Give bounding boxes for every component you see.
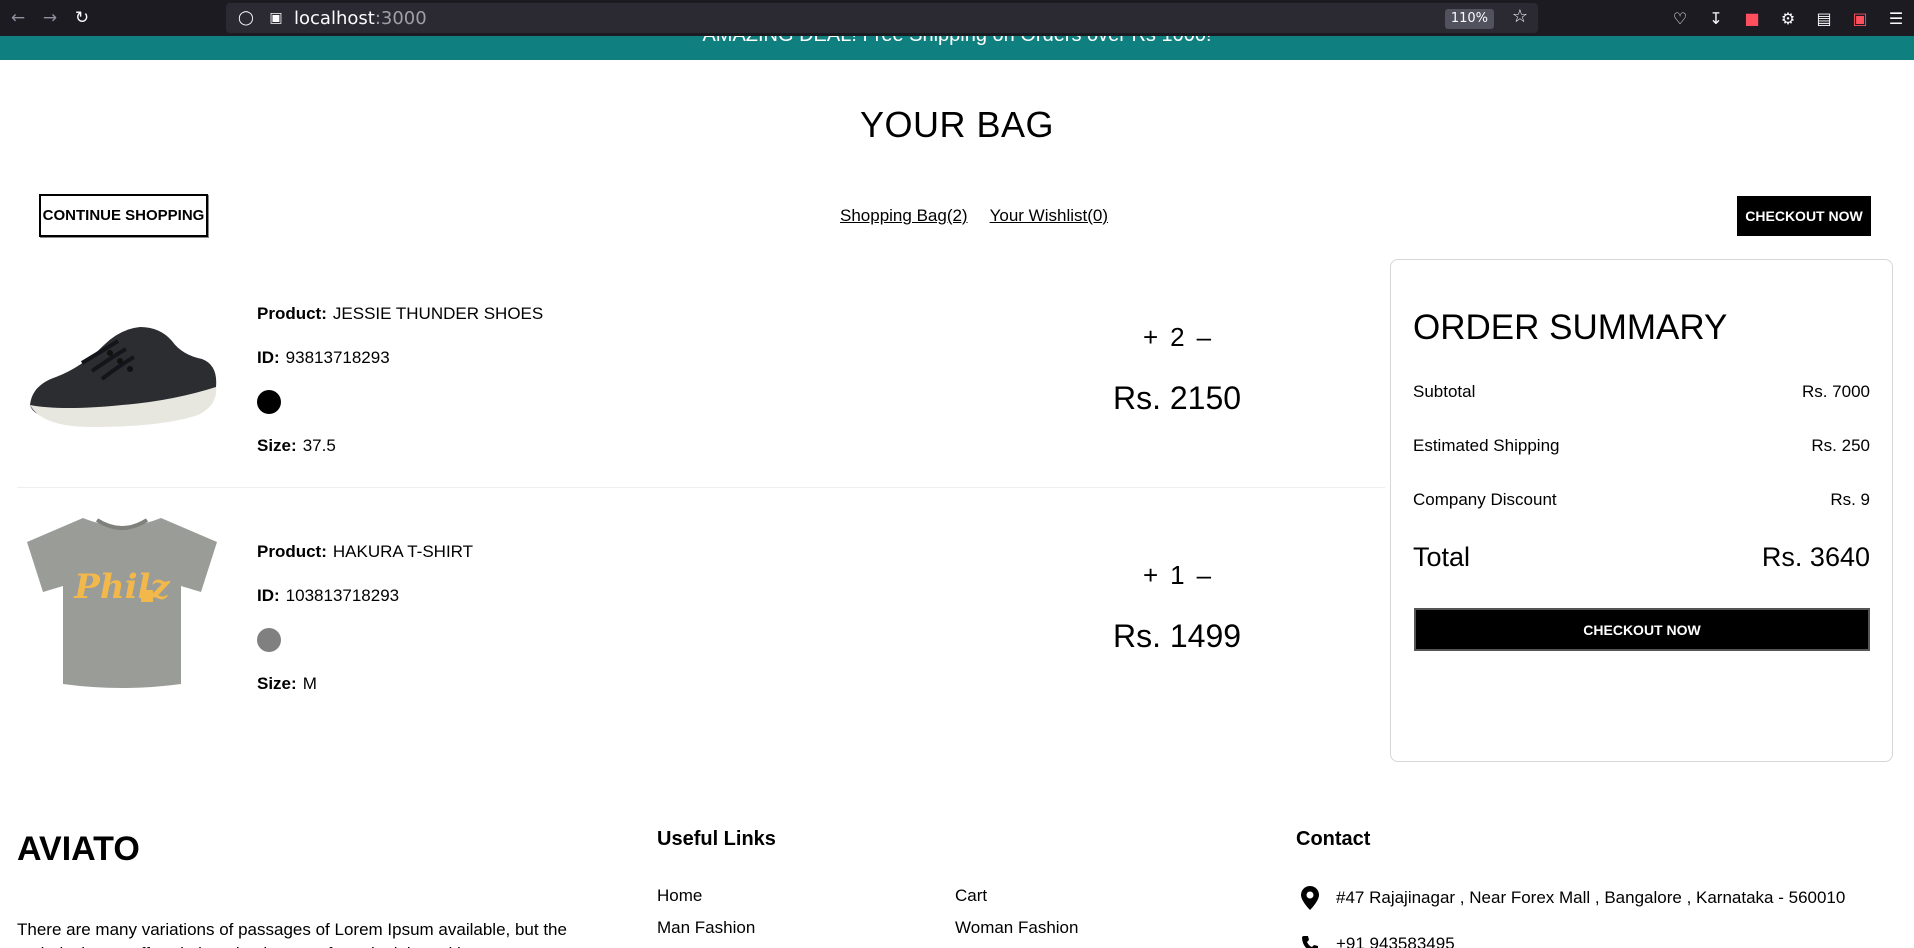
footer-brand: AVIATO: [17, 830, 140, 868]
plus-icon[interactable]: +: [1143, 560, 1158, 590]
cart-item: Philz Product: HAKURA T-SHIRT ID: 10381371…: [17, 500, 1385, 726]
tshirt-print-text: Philz: [73, 567, 170, 607]
product-details: Product: HAKURA T-SHIRT ID: 103813718293 S…: [257, 530, 473, 706]
product-size: 37.5: [302, 436, 336, 455]
pocket-icon[interactable]: ♡: [1662, 9, 1698, 28]
discount-row: Company Discount Rs. 9: [1413, 490, 1870, 510]
color-swatch: [257, 390, 281, 414]
checkout-now-button-top[interactable]: CHECKOUT NOW: [1737, 196, 1871, 236]
order-summary: ORDER SUMMARY Subtotal Rs. 7000 Estimate…: [1390, 259, 1893, 762]
product-size: M: [302, 674, 317, 693]
wishlist-link[interactable]: Your Wishlist(0): [990, 206, 1108, 226]
summary-title: ORDER SUMMARY: [1413, 308, 1728, 347]
total-value: Rs. 3640: [1761, 542, 1870, 572]
product-id: 103813718293: [285, 586, 400, 605]
browser-toolbar: ← → ↻ ◯ ▣ localhost:3000 110% ☆ ♡ ↧ ■ ⚙ …: [0, 0, 1914, 36]
minus-icon[interactable]: –: [1197, 322, 1211, 352]
footer-link-cart[interactable]: Cart: [955, 886, 987, 906]
shipping-row: Estimated Shipping Rs. 250: [1413, 436, 1870, 456]
subtotal-label: Subtotal: [1413, 382, 1476, 401]
contact-address: #47 Rajajinagar , Near Forex Mall , Bang…: [1296, 886, 1845, 910]
phone-icon: [1296, 935, 1324, 948]
page-icon: ▣: [269, 10, 283, 26]
address-text: #47 Rajajinagar , Near Forex Mall , Bang…: [1336, 888, 1846, 907]
extension-icon[interactable]: ■: [1734, 9, 1770, 28]
product-id: 93813718293: [285, 348, 390, 367]
footer-description: There are many variations of passages of…: [17, 920, 567, 948]
subtotal-row: Subtotal Rs. 7000: [1413, 382, 1870, 402]
download-icon[interactable]: ↧: [1698, 9, 1734, 28]
product-image-tshirt: Philz: [17, 506, 227, 696]
zoom-level[interactable]: 110%: [1444, 9, 1494, 29]
shipping-value: Rs. 250: [1811, 436, 1870, 455]
announcement-text: AMAZING DEAL! Free Shipping on Orders ov…: [0, 36, 1914, 47]
id-label: ID:: [257, 348, 280, 367]
contact-title: Contact: [1296, 828, 1371, 850]
color-swatch: [257, 628, 281, 652]
page-title: YOUR BAG: [859, 104, 1055, 145]
checkout-now-button[interactable]: CHECKOUT NOW: [1414, 608, 1870, 651]
product-label: Product:: [257, 542, 327, 561]
product-price: Rs. 2150: [1112, 380, 1242, 416]
url-text[interactable]: localhost:3000: [294, 8, 427, 29]
product-image-shoe: [17, 268, 227, 458]
shopping-bag-link[interactable]: Shopping Bag(2): [840, 206, 968, 226]
footer-link-man-fashion[interactable]: Man Fashion: [657, 918, 755, 938]
size-label: Size:: [257, 674, 297, 693]
quantity-value: 2: [1170, 322, 1185, 352]
back-icon[interactable]: ←: [4, 4, 32, 32]
quantity-stepper: +2–: [1117, 322, 1237, 353]
extension-gear-icon[interactable]: ⚙: [1770, 9, 1806, 28]
extension-square-icon[interactable]: ▣: [1842, 9, 1878, 28]
cart-item: Product: JESSIE THUNDER SHOES ID: 93813718…: [17, 262, 1385, 488]
menu-icon[interactable]: ☰: [1878, 9, 1914, 28]
minus-icon[interactable]: –: [1197, 560, 1211, 590]
total-label: Total: [1413, 542, 1471, 572]
product-price: Rs. 1499: [1112, 618, 1242, 654]
announcement-bar: AMAZING DEAL! Free Shipping on Orders ov…: [0, 36, 1914, 60]
product-name: HAKURA T-SHIRT: [332, 542, 474, 561]
bag-tabs: Shopping Bag(2) Your Wishlist(0): [840, 206, 1108, 226]
forward-icon[interactable]: →: [36, 4, 64, 32]
contact-phone: +91 943583495: [1296, 934, 1455, 948]
shield-icon[interactable]: ◯: [236, 10, 256, 26]
address-bar[interactable]: ◯ ▣ localhost:3000 110% ☆: [226, 3, 1538, 33]
reload-icon[interactable]: ↻: [68, 4, 96, 32]
bookmark-star-icon[interactable]: ☆: [1512, 6, 1528, 27]
quantity-value: 1: [1170, 560, 1185, 590]
reader-icon[interactable]: ▤: [1806, 9, 1842, 28]
location-pin-icon: [1296, 886, 1324, 910]
id-label: ID:: [257, 586, 280, 605]
continue-shopping-button[interactable]: CONTINUE SHOPPING: [39, 194, 208, 237]
plus-icon[interactable]: +: [1143, 322, 1158, 352]
product-name: JESSIE THUNDER SHOES: [332, 304, 544, 323]
quantity-stepper: +1–: [1117, 560, 1237, 591]
discount-value: Rs. 9: [1830, 490, 1870, 509]
phone-text: +91 943583495: [1336, 934, 1455, 948]
useful-links-title: Useful Links: [657, 828, 776, 850]
discount-label: Company Discount: [1413, 490, 1557, 509]
total-row: Total Rs. 3640: [1413, 542, 1870, 573]
size-label: Size:: [257, 436, 297, 455]
shipping-label: Estimated Shipping: [1413, 436, 1560, 455]
product-details: Product: JESSIE THUNDER SHOES ID: 93813718…: [257, 292, 543, 468]
toolbar-icons: ♡ ↧ ■ ⚙ ▤ ▣ ☰: [1662, 0, 1914, 36]
footer-link-home[interactable]: Home: [657, 886, 702, 906]
product-label: Product:: [257, 304, 327, 323]
footer-link-woman-fashion[interactable]: Woman Fashion: [955, 918, 1078, 938]
subtotal-value: Rs. 7000: [1801, 382, 1870, 401]
